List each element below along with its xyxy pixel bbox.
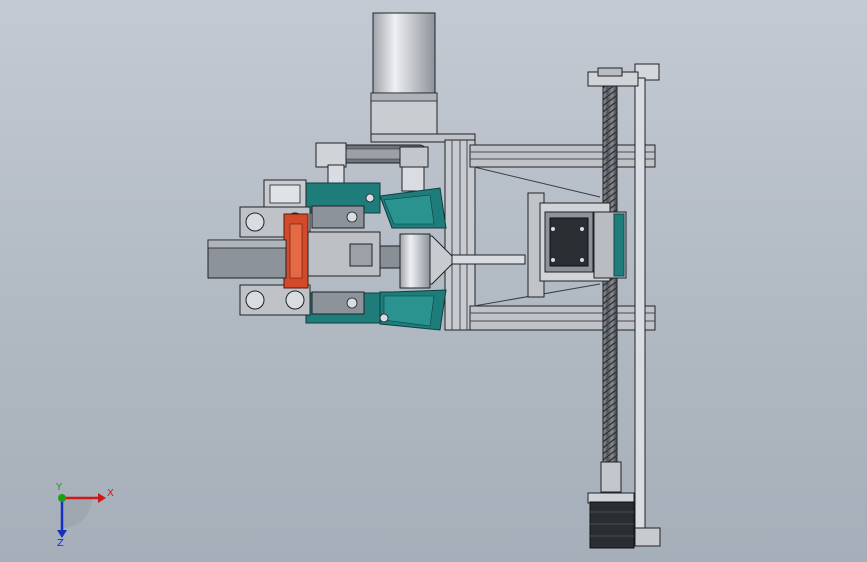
frame-uprights bbox=[444, 139, 476, 331]
red-coupling bbox=[283, 213, 309, 289]
z-axis-label: Z bbox=[57, 538, 64, 548]
x-axis-arrow bbox=[98, 493, 106, 503]
y-axis-marker bbox=[58, 494, 66, 502]
x-axis-label: X bbox=[107, 488, 114, 499]
top-motor[interactable] bbox=[370, 12, 476, 143]
cad-model-view[interactable] bbox=[0, 0, 867, 562]
z-axis-arrow bbox=[57, 530, 67, 538]
orientation-triad: X Y Z bbox=[55, 482, 114, 548]
y-axis-label: Y bbox=[55, 482, 63, 493]
cad-viewport[interactable]: X Y Z bbox=[0, 0, 867, 562]
